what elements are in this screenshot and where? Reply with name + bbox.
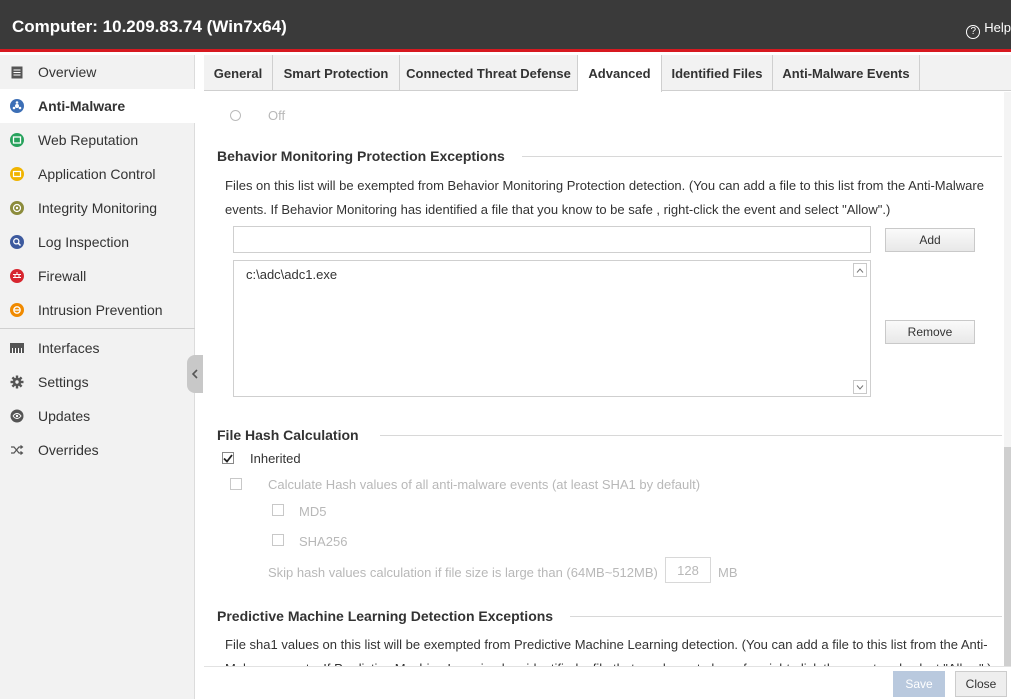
tab-smart-protection[interactable]: Smart Protection xyxy=(273,55,400,91)
sidebar-item-integrity-monitoring[interactable]: Integrity Monitoring xyxy=(0,191,195,225)
sidebar-item-label: Overrides xyxy=(38,442,99,458)
calculate-hash-label: Calculate Hash values of all anti-malwar… xyxy=(268,477,701,492)
sidebar-item-overrides[interactable]: Overrides xyxy=(0,433,195,467)
sidebar-item-label: Overview xyxy=(38,64,97,80)
dialog-footer: Save Close xyxy=(204,666,1011,699)
sidebar-item-label: Application Control xyxy=(38,166,156,182)
tab-bar: General Smart Protection Connected Threa… xyxy=(204,55,1011,92)
help-link[interactable]: ? Help xyxy=(966,20,1011,39)
remove-button[interactable]: Remove xyxy=(885,320,975,344)
sidebar-item-label: Integrity Monitoring xyxy=(38,200,158,216)
skip-size-input[interactable]: 128 xyxy=(665,557,711,583)
sidebar-item-label: Interfaces xyxy=(38,340,100,356)
checkmark-icon xyxy=(223,453,233,463)
md5-checkbox[interactable] xyxy=(272,504,284,516)
chevron-left-icon xyxy=(192,369,198,379)
exception-path-input[interactable] xyxy=(233,226,871,253)
chevron-up-icon[interactable] xyxy=(853,263,867,277)
exceptions-listbox[interactable]: c:\adc\adc1.exe xyxy=(233,260,871,397)
sidebar-item-anti-malware[interactable]: Anti-Malware xyxy=(0,89,195,123)
sha256-checkbox[interactable] xyxy=(272,534,284,546)
sidebar-item-updates[interactable]: Updates xyxy=(0,399,195,433)
add-button[interactable]: Add xyxy=(885,228,975,252)
help-label: Help xyxy=(984,20,1011,35)
sidebar-item-label: Settings xyxy=(38,374,89,390)
inherited-checkbox[interactable] xyxy=(222,452,234,464)
overview-icon xyxy=(10,65,24,79)
question-circle-icon: ? xyxy=(966,25,981,39)
sidebar-item-log-inspection[interactable]: Log Inspection xyxy=(0,225,195,259)
sidebar-item-interfaces[interactable]: Interfaces xyxy=(0,331,195,365)
firewall-icon xyxy=(10,269,24,283)
section-divider xyxy=(570,616,1002,617)
tab-anti-malware-events[interactable]: Anti-Malware Events xyxy=(773,55,920,91)
integrity-monitoring-icon xyxy=(10,201,24,215)
pml-exceptions-title: Predictive Machine Learning Detection Ex… xyxy=(217,608,554,624)
sidebar-item-label: Intrusion Prevention xyxy=(38,302,163,318)
sidebar-divider xyxy=(0,328,195,329)
pml-exceptions-description: File sha1 values on this list will be ex… xyxy=(225,637,992,666)
window-title: Computer: 10.209.83.74 (Win7x64) xyxy=(12,17,287,36)
sha256-label: SHA256 xyxy=(299,534,348,549)
sidebar-nav: Overview Anti-Malware Web Reputation App… xyxy=(0,55,195,699)
overrides-icon xyxy=(10,443,24,457)
chevron-down-icon[interactable] xyxy=(853,380,867,394)
interfaces-icon xyxy=(10,341,24,355)
save-button[interactable]: Save xyxy=(893,671,945,697)
settings-icon xyxy=(10,375,24,389)
sidebar-item-label: Web Reputation xyxy=(38,132,139,148)
anti-malware-icon xyxy=(10,99,24,113)
sidebar-item-settings[interactable]: Settings xyxy=(0,365,195,399)
tab-advanced[interactable]: Advanced xyxy=(578,55,662,92)
sidebar-item-intrusion-prevention[interactable]: Intrusion Prevention xyxy=(0,293,195,327)
sidebar-item-firewall[interactable]: Firewall xyxy=(0,259,195,293)
off-label: Off xyxy=(268,108,286,123)
md5-label: MD5 xyxy=(299,504,327,519)
sidebar-collapse-handle[interactable] xyxy=(187,355,203,393)
sidebar-item-label: Anti-Malware xyxy=(38,98,126,114)
sidebar-item-label: Log Inspection xyxy=(38,234,130,250)
section-divider xyxy=(522,156,1002,157)
tab-general[interactable]: General xyxy=(204,55,273,91)
title-bar: Computer: 10.209.83.74 (Win7x64) ? Help xyxy=(0,0,1011,52)
sidebar-item-web-reputation[interactable]: Web Reputation xyxy=(0,123,195,157)
intrusion-prevention-icon xyxy=(10,303,24,317)
calculate-hash-checkbox[interactable] xyxy=(230,478,242,490)
skip-hash-label: Skip hash values calculation if file siz… xyxy=(268,565,658,580)
application-control-icon xyxy=(10,167,24,181)
scrollbar-thumb[interactable] xyxy=(1004,447,1011,687)
file-hash-title: File Hash Calculation xyxy=(217,427,359,443)
close-button[interactable]: Close xyxy=(955,671,1007,697)
behavior-exceptions-title: Behavior Monitoring Protection Exception… xyxy=(217,148,505,164)
section-divider xyxy=(380,435,1002,436)
sidebar-item-overview[interactable]: Overview xyxy=(0,55,195,89)
sidebar-item-label: Updates xyxy=(38,408,91,424)
tab-identified-files[interactable]: Identified Files xyxy=(662,55,773,91)
updates-icon xyxy=(10,409,24,423)
skip-size-unit: MB xyxy=(718,565,738,580)
content-scrollbar[interactable] xyxy=(1004,92,1011,687)
list-item[interactable]: c:\adc\adc1.exe xyxy=(246,267,337,282)
advanced-settings-panel: Off Behavior Monitoring Protection Excep… xyxy=(204,92,1004,666)
sidebar-item-label: Firewall xyxy=(38,268,87,284)
off-radio[interactable] xyxy=(230,110,241,121)
tab-connected-threat-defense[interactable]: Connected Threat Defense xyxy=(400,55,578,91)
sidebar-item-application-control[interactable]: Application Control xyxy=(0,157,195,191)
log-inspection-icon xyxy=(10,235,24,249)
web-reputation-icon xyxy=(10,133,24,147)
behavior-exceptions-description: Files on this list will be exempted from… xyxy=(225,178,984,217)
inherited-label: Inherited xyxy=(250,451,301,466)
